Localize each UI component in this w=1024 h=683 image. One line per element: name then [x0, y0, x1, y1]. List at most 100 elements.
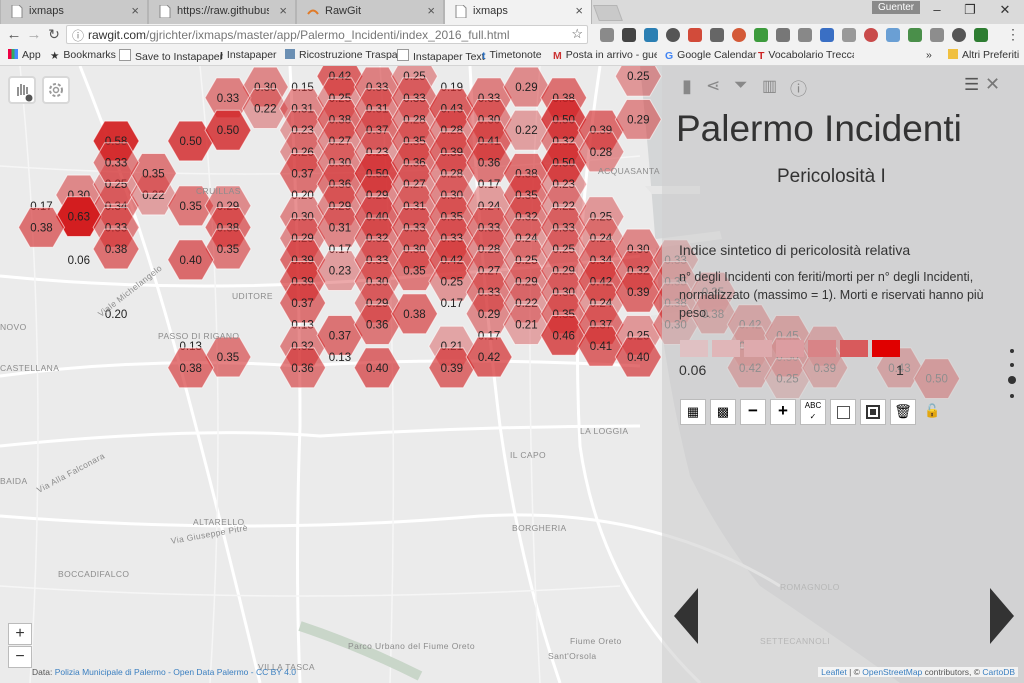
bookmark-apps[interactable]: App — [8, 49, 41, 61]
pan-tool-button[interactable] — [8, 76, 36, 104]
grid-large-button[interactable]: ▩ — [710, 399, 736, 425]
bookmark-instapaper-text[interactable]: Instapaper Text — [397, 49, 485, 63]
bookmark-treccani[interactable]: TVocabolario Treccani — [758, 49, 854, 61]
info-icon[interactable]: ⓘ — [72, 27, 84, 44]
osm-link[interactable]: OpenStreetMap — [862, 667, 922, 677]
plus-button[interactable]: + — [770, 399, 796, 425]
extension-icon[interactable] — [974, 28, 988, 42]
hex-cell[interactable]: 0.17 — [441, 298, 463, 310]
close-icon[interactable]: × — [279, 3, 287, 18]
bookmark-instapaper[interactable]: I Instapaper — [220, 49, 277, 62]
extension-icon[interactable] — [842, 28, 856, 42]
layers-extension-icon[interactable] — [710, 28, 724, 42]
star-icon[interactable]: ☆ — [571, 26, 583, 42]
minimize-icon[interactable]: – — [922, 2, 952, 17]
page-dot[interactable] — [1010, 363, 1014, 367]
tab-2[interactable]: https://raw.githubuserco × — [148, 0, 296, 24]
hourglass-extension-icon[interactable] — [600, 28, 614, 42]
hex-value-label: 0.13 — [329, 352, 351, 364]
back-icon[interactable]: ← — [4, 26, 24, 43]
fill-button[interactable] — [860, 399, 886, 425]
map-icon[interactable]: ▥ — [762, 76, 777, 96]
trash-icon[interactable]: 🗑 — [890, 399, 916, 425]
profile-badge[interactable]: Guenter — [872, 1, 921, 14]
extension-icon[interactable] — [886, 28, 900, 42]
hex-value-label: 0.35 — [217, 244, 239, 256]
restore-icon[interactable]: ❐ — [955, 2, 985, 18]
minus-button[interactable]: − — [740, 399, 766, 425]
filter-icon[interactable]: ⏷ — [734, 75, 748, 95]
hex-cell[interactable]: 0.25 — [614, 66, 662, 97]
extension-icon[interactable] — [754, 28, 768, 42]
hex-value-label: 0.50 — [180, 136, 202, 148]
bookmark-ricostruzione[interactable]: Ricostruzione Traspar — [285, 49, 401, 61]
tab-title: https://raw.githubuserco — [177, 5, 269, 17]
extension-icon[interactable] — [666, 28, 680, 42]
map-view[interactable]: 0.30 0.33 0.22 0.15 0.31 0.23 0.26 0.37 0.20 0.30… — [0, 66, 1024, 683]
gear-icon — [49, 83, 63, 97]
extension-icon[interactable] — [864, 28, 878, 42]
url-field[interactable]: ⓘ rawgit.com/gjrichter/ixmaps/master/app… — [66, 25, 588, 44]
hex-cell[interactable]: 0.13 — [329, 352, 351, 364]
list-icon[interactable]: ☰ — [964, 75, 979, 95]
camera-extension-icon[interactable] — [798, 28, 812, 42]
bookmark-other[interactable]: Altri Preferiti — [948, 49, 1019, 61]
close-icon[interactable]: × — [131, 3, 139, 18]
square-outline-icon — [837, 406, 850, 419]
grid-small-button[interactable]: ▦ — [680, 399, 706, 425]
reload-icon[interactable]: ↻ — [44, 26, 64, 43]
page-icon — [455, 4, 467, 19]
page-dot[interactable] — [1010, 349, 1014, 353]
bookmark-posta[interactable]: M Posta in arrivo - guer — [553, 49, 657, 61]
tab-1[interactable]: ixmaps × — [0, 0, 148, 24]
next-arrow-icon[interactable] — [986, 586, 1016, 646]
gear-extension-icon[interactable] — [622, 28, 636, 42]
extension-icon[interactable] — [908, 28, 922, 42]
extension-icon[interactable] — [820, 28, 834, 42]
extension-icon[interactable] — [644, 28, 658, 42]
share-icon[interactable]: ⋖ — [706, 76, 720, 96]
label-toggle-button[interactable]: ABC ✓ — [800, 399, 826, 425]
page-dot-active[interactable] — [1008, 376, 1016, 384]
data-attribution: Data: Polizia Municipale di Palermo - Op… — [32, 667, 296, 677]
legend-swatch — [776, 340, 804, 357]
legend-swatch — [712, 340, 740, 357]
previous-arrow-icon[interactable] — [672, 586, 702, 646]
bookmark-save-to-instapaper[interactable]: Save to Instapaper — [119, 49, 223, 63]
hex-value-label: 0.39 — [441, 363, 463, 375]
hex-value-label: 0.23 — [329, 266, 351, 278]
bookmarks-overflow[interactable]: » — [926, 49, 932, 61]
bookmark-google-calendar[interactable]: G Google Calendar — [665, 49, 757, 62]
menu-icon[interactable]: ⋮ — [1006, 26, 1020, 43]
hex-value-label: 0.38 — [403, 309, 425, 321]
close-icon[interactable]: × — [575, 3, 583, 18]
info-icon[interactable]: ⓘ — [790, 75, 807, 100]
forward-icon[interactable]: → — [24, 26, 44, 43]
bookmark-bookmarks[interactable]: ★ Bookmarks — [50, 49, 116, 62]
extension-icon[interactable] — [688, 28, 702, 42]
tab-3[interactable]: RawGit × — [296, 0, 444, 24]
unlock-icon[interactable]: 🔓 — [924, 403, 940, 419]
hex-cell[interactable]: 0.06 — [68, 255, 90, 267]
hex-cell[interactable]: 0.40 — [353, 347, 401, 389]
cartodb-link[interactable]: CartoDB — [982, 667, 1015, 677]
extension-icon[interactable] — [952, 28, 966, 42]
bookmark-timetonote[interactable]: t Timetonote — [482, 49, 542, 62]
close-window-icon[interactable]: ✕ — [990, 2, 1020, 18]
extension-icon[interactable] — [776, 28, 790, 42]
page-dot[interactable] — [1010, 394, 1014, 398]
leaflet-link[interactable]: Leaflet — [821, 667, 847, 677]
data-source-link[interactable]: Polizia Municipale di Palermo - Open Dat… — [55, 667, 296, 677]
close-panel-icon[interactable]: ✕ — [985, 74, 1000, 95]
settings-button[interactable] — [42, 76, 70, 104]
close-icon[interactable]: × — [427, 3, 435, 18]
bookmark-icon[interactable]: ▮ — [682, 76, 692, 97]
zoom-out-button[interactable]: − — [8, 646, 32, 668]
extension-icon[interactable] — [930, 28, 944, 42]
new-tab-button[interactable] — [593, 5, 623, 21]
extension-icon[interactable] — [732, 28, 746, 42]
hex-value-label: 0.38 — [30, 222, 52, 234]
tab-4[interactable]: ixmaps × — [444, 0, 592, 24]
outline-button[interactable] — [830, 399, 856, 425]
zoom-in-button[interactable]: + — [8, 623, 32, 645]
